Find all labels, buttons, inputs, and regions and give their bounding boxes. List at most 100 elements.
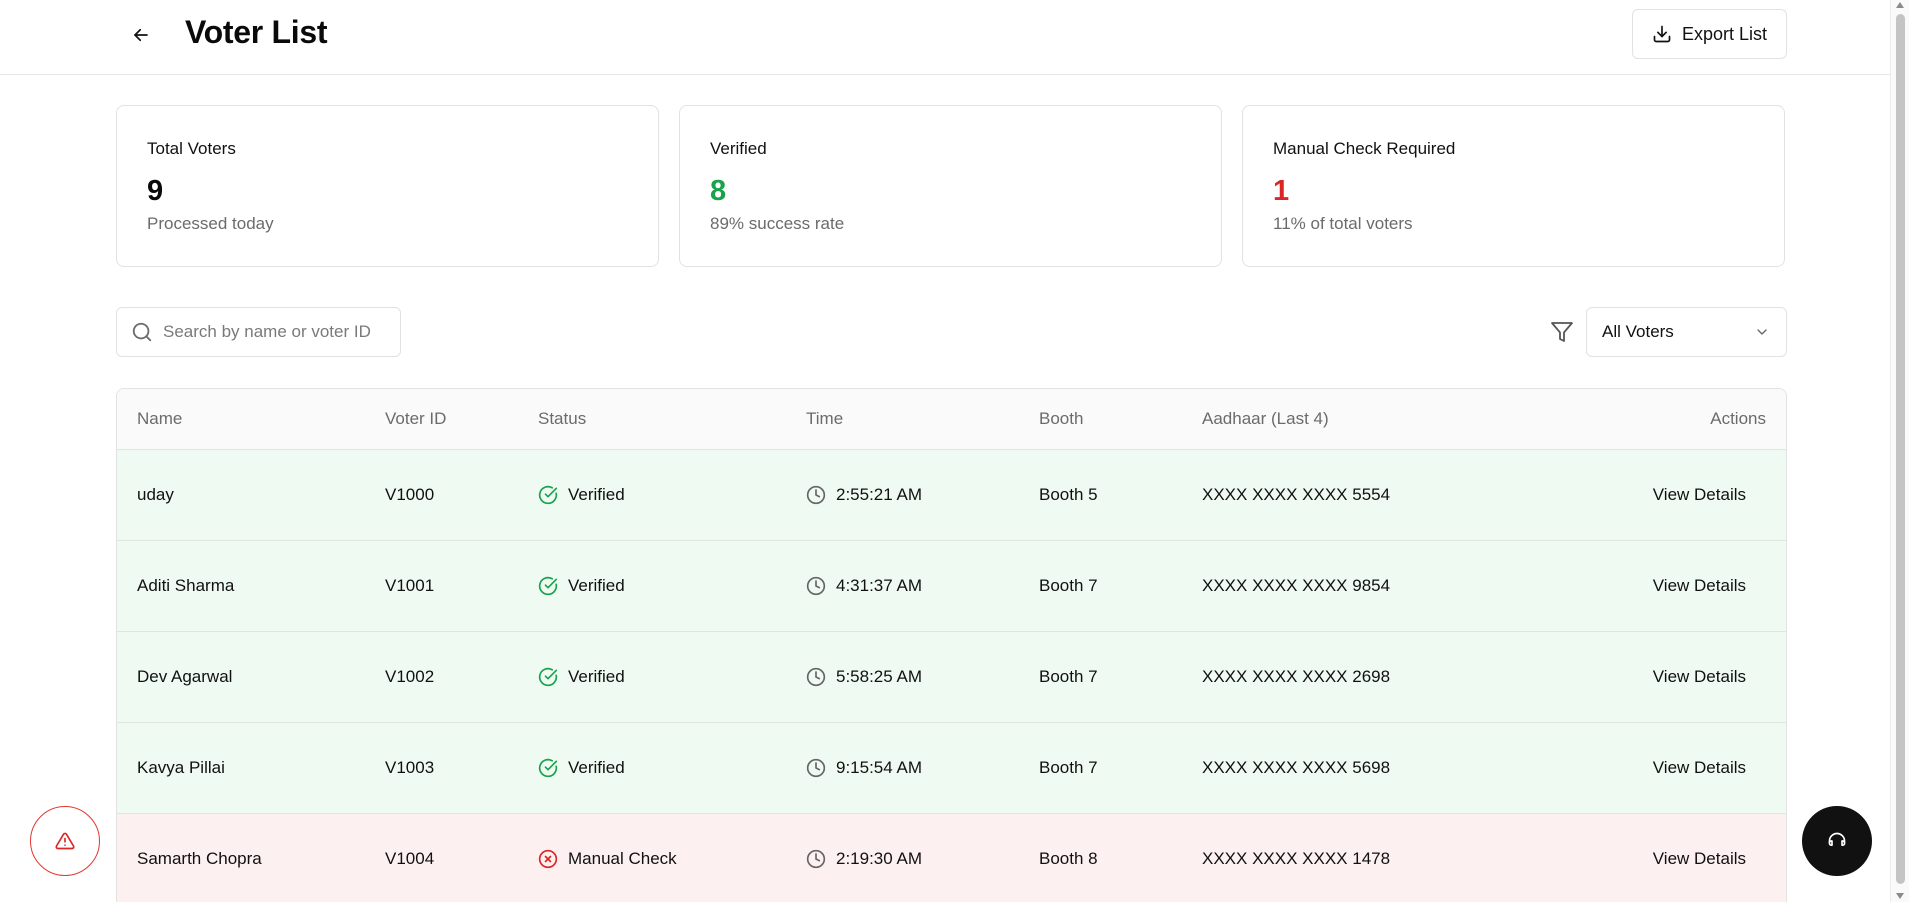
table-row: Aditi Sharma V1001 Verified 4:31:37 AM B… <box>117 541 1786 632</box>
voter-id: V1002 <box>385 667 435 686</box>
column-header-name: Name <box>137 409 183 428</box>
download-icon <box>1653 25 1671 43</box>
time-text: 2:55:21 AM <box>836 485 923 504</box>
time-cell: 4:31:37 AM <box>806 541 922 631</box>
time-text: 9:15:54 AM <box>836 758 923 777</box>
status-text: Manual Check <box>568 849 677 868</box>
booth: Booth 7 <box>1039 758 1098 777</box>
aadhaar-masked: XXXX XXXX XXXX 1478 <box>1202 849 1391 868</box>
stat-card-total-voters: Total Voters 9 Processed today <box>116 105 659 267</box>
view-details-button[interactable]: View Details <box>1653 450 1746 540</box>
voter-name: Samarth Chopra <box>137 849 262 868</box>
booth: Booth 7 <box>1039 667 1098 686</box>
chevron-down-icon <box>1757 329 1767 335</box>
clock-icon <box>806 849 826 869</box>
stat-subtext: 11% of total voters <box>1273 214 1413 233</box>
stat-label: Total Voters <box>147 139 236 158</box>
view-details-button[interactable]: View Details <box>1653 632 1746 722</box>
search-input[interactable] <box>163 322 393 342</box>
alert-triangle-icon <box>55 832 75 850</box>
arrow-left-icon <box>134 28 148 42</box>
column-header-time: Time <box>806 409 844 428</box>
column-header-booth: Booth <box>1039 409 1084 428</box>
stat-subtext: 89% success rate <box>710 214 845 233</box>
page-scrollbar[interactable] <box>1890 0 1909 902</box>
check-circle-icon <box>538 667 558 687</box>
aadhaar-masked: XXXX XXXX XXXX 5698 <box>1202 758 1391 777</box>
x-circle-icon <box>538 849 558 869</box>
view-details-button[interactable]: View Details <box>1653 541 1746 631</box>
status-text: Verified <box>568 576 625 595</box>
check-circle-icon <box>538 576 558 596</box>
status-cell: Verified <box>538 450 625 540</box>
scroll-up-arrow-icon[interactable] <box>1896 2 1904 8</box>
clock-icon <box>806 485 826 505</box>
status-cell: Verified <box>538 723 625 813</box>
check-circle-icon <box>538 485 558 505</box>
export-list-button[interactable]: Export List <box>1632 9 1787 59</box>
table-row: Samarth Chopra V1004 Manual Check 2:19:3… <box>117 814 1786 902</box>
aadhaar-masked: XXXX XXXX XXXX 9854 <box>1202 576 1391 595</box>
voter-id: V1001 <box>385 576 435 595</box>
table-row: Dev Agarwal V1002 Verified 5:58:25 AM Bo… <box>117 632 1786 723</box>
status-cell: Manual Check <box>538 814 677 902</box>
scroll-down-arrow-icon[interactable] <box>1896 893 1904 899</box>
back-button[interactable] <box>126 20 156 50</box>
view-details-button[interactable]: View Details <box>1653 723 1746 813</box>
stat-value: 8 <box>710 175 727 207</box>
table-header: Name Voter ID Status Time Booth Aadhaar … <box>117 389 1786 450</box>
voter-name: Dev Agarwal <box>137 667 233 686</box>
support-fab-button[interactable] <box>1802 806 1872 876</box>
scroll-thumb[interactable] <box>1896 14 1905 884</box>
check-circle-icon <box>538 758 558 778</box>
voter-table: Name Voter ID Status Time Booth Aadhaar … <box>116 388 1787 902</box>
status-cell: Verified <box>538 541 625 631</box>
booth: Booth 7 <box>1039 576 1098 595</box>
filter-icon[interactable] <box>1548 318 1576 346</box>
booth: Booth 8 <box>1039 849 1098 868</box>
top-bar: Voter List Export List <box>0 0 1890 75</box>
stat-label: Verified <box>710 139 767 158</box>
time-text: 2:19:30 AM <box>836 849 923 868</box>
headset-icon <box>1828 832 1846 846</box>
status-text: Verified <box>568 667 625 686</box>
column-header-aadhaar: Aadhaar (Last 4) <box>1202 409 1329 428</box>
status-text: Verified <box>568 485 625 504</box>
voter-id: V1003 <box>385 758 435 777</box>
search-icon <box>132 322 152 342</box>
export-button-label: Export List <box>1681 23 1768 44</box>
time-text: 5:58:25 AM <box>836 667 923 686</box>
booth: Booth 5 <box>1039 485 1098 504</box>
search-box <box>116 307 401 357</box>
voter-name: Kavya Pillai <box>137 758 225 777</box>
stat-label: Manual Check Required <box>1273 139 1456 158</box>
time-cell: 2:19:30 AM <box>806 814 922 902</box>
aadhaar-masked: XXXX XXXX XXXX 2698 <box>1202 667 1391 686</box>
column-header-status: Status <box>538 409 587 428</box>
table-row: uday V1000 Verified 2:55:21 AM Booth 5 X… <box>117 450 1786 541</box>
stat-value: 1 <box>1273 175 1290 207</box>
voter-filter-select[interactable]: All Voters <box>1586 307 1787 357</box>
alert-fab-button[interactable] <box>30 806 100 876</box>
page-title: Voter List <box>185 14 328 50</box>
clock-icon <box>806 576 826 596</box>
time-cell: 5:58:25 AM <box>806 632 922 722</box>
stat-card-verified: Verified 8 89% success rate <box>679 105 1222 267</box>
voter-id: V1004 <box>385 849 435 868</box>
table-row: Kavya Pillai V1003 Verified 9:15:54 AM B… <box>117 723 1786 814</box>
aadhaar-masked: XXXX XXXX XXXX 5554 <box>1202 485 1391 504</box>
time-cell: 2:55:21 AM <box>806 450 922 540</box>
voter-name: Aditi Sharma <box>137 576 235 595</box>
stat-subtext: Processed today <box>147 214 274 233</box>
status-cell: Verified <box>538 632 625 722</box>
voter-filter-value: All Voters <box>1602 322 1674 341</box>
column-header-actions: Actions <box>1710 409 1766 428</box>
stat-card-manual-check: Manual Check Required 1 11% of total vot… <box>1242 105 1785 267</box>
time-text: 4:31:37 AM <box>836 576 923 595</box>
clock-icon <box>806 758 826 778</box>
status-text: Verified <box>568 758 625 777</box>
time-cell: 9:15:54 AM <box>806 723 922 813</box>
stat-value: 9 <box>147 175 164 207</box>
view-details-button[interactable]: View Details <box>1653 814 1746 902</box>
voter-name: uday <box>137 485 174 504</box>
